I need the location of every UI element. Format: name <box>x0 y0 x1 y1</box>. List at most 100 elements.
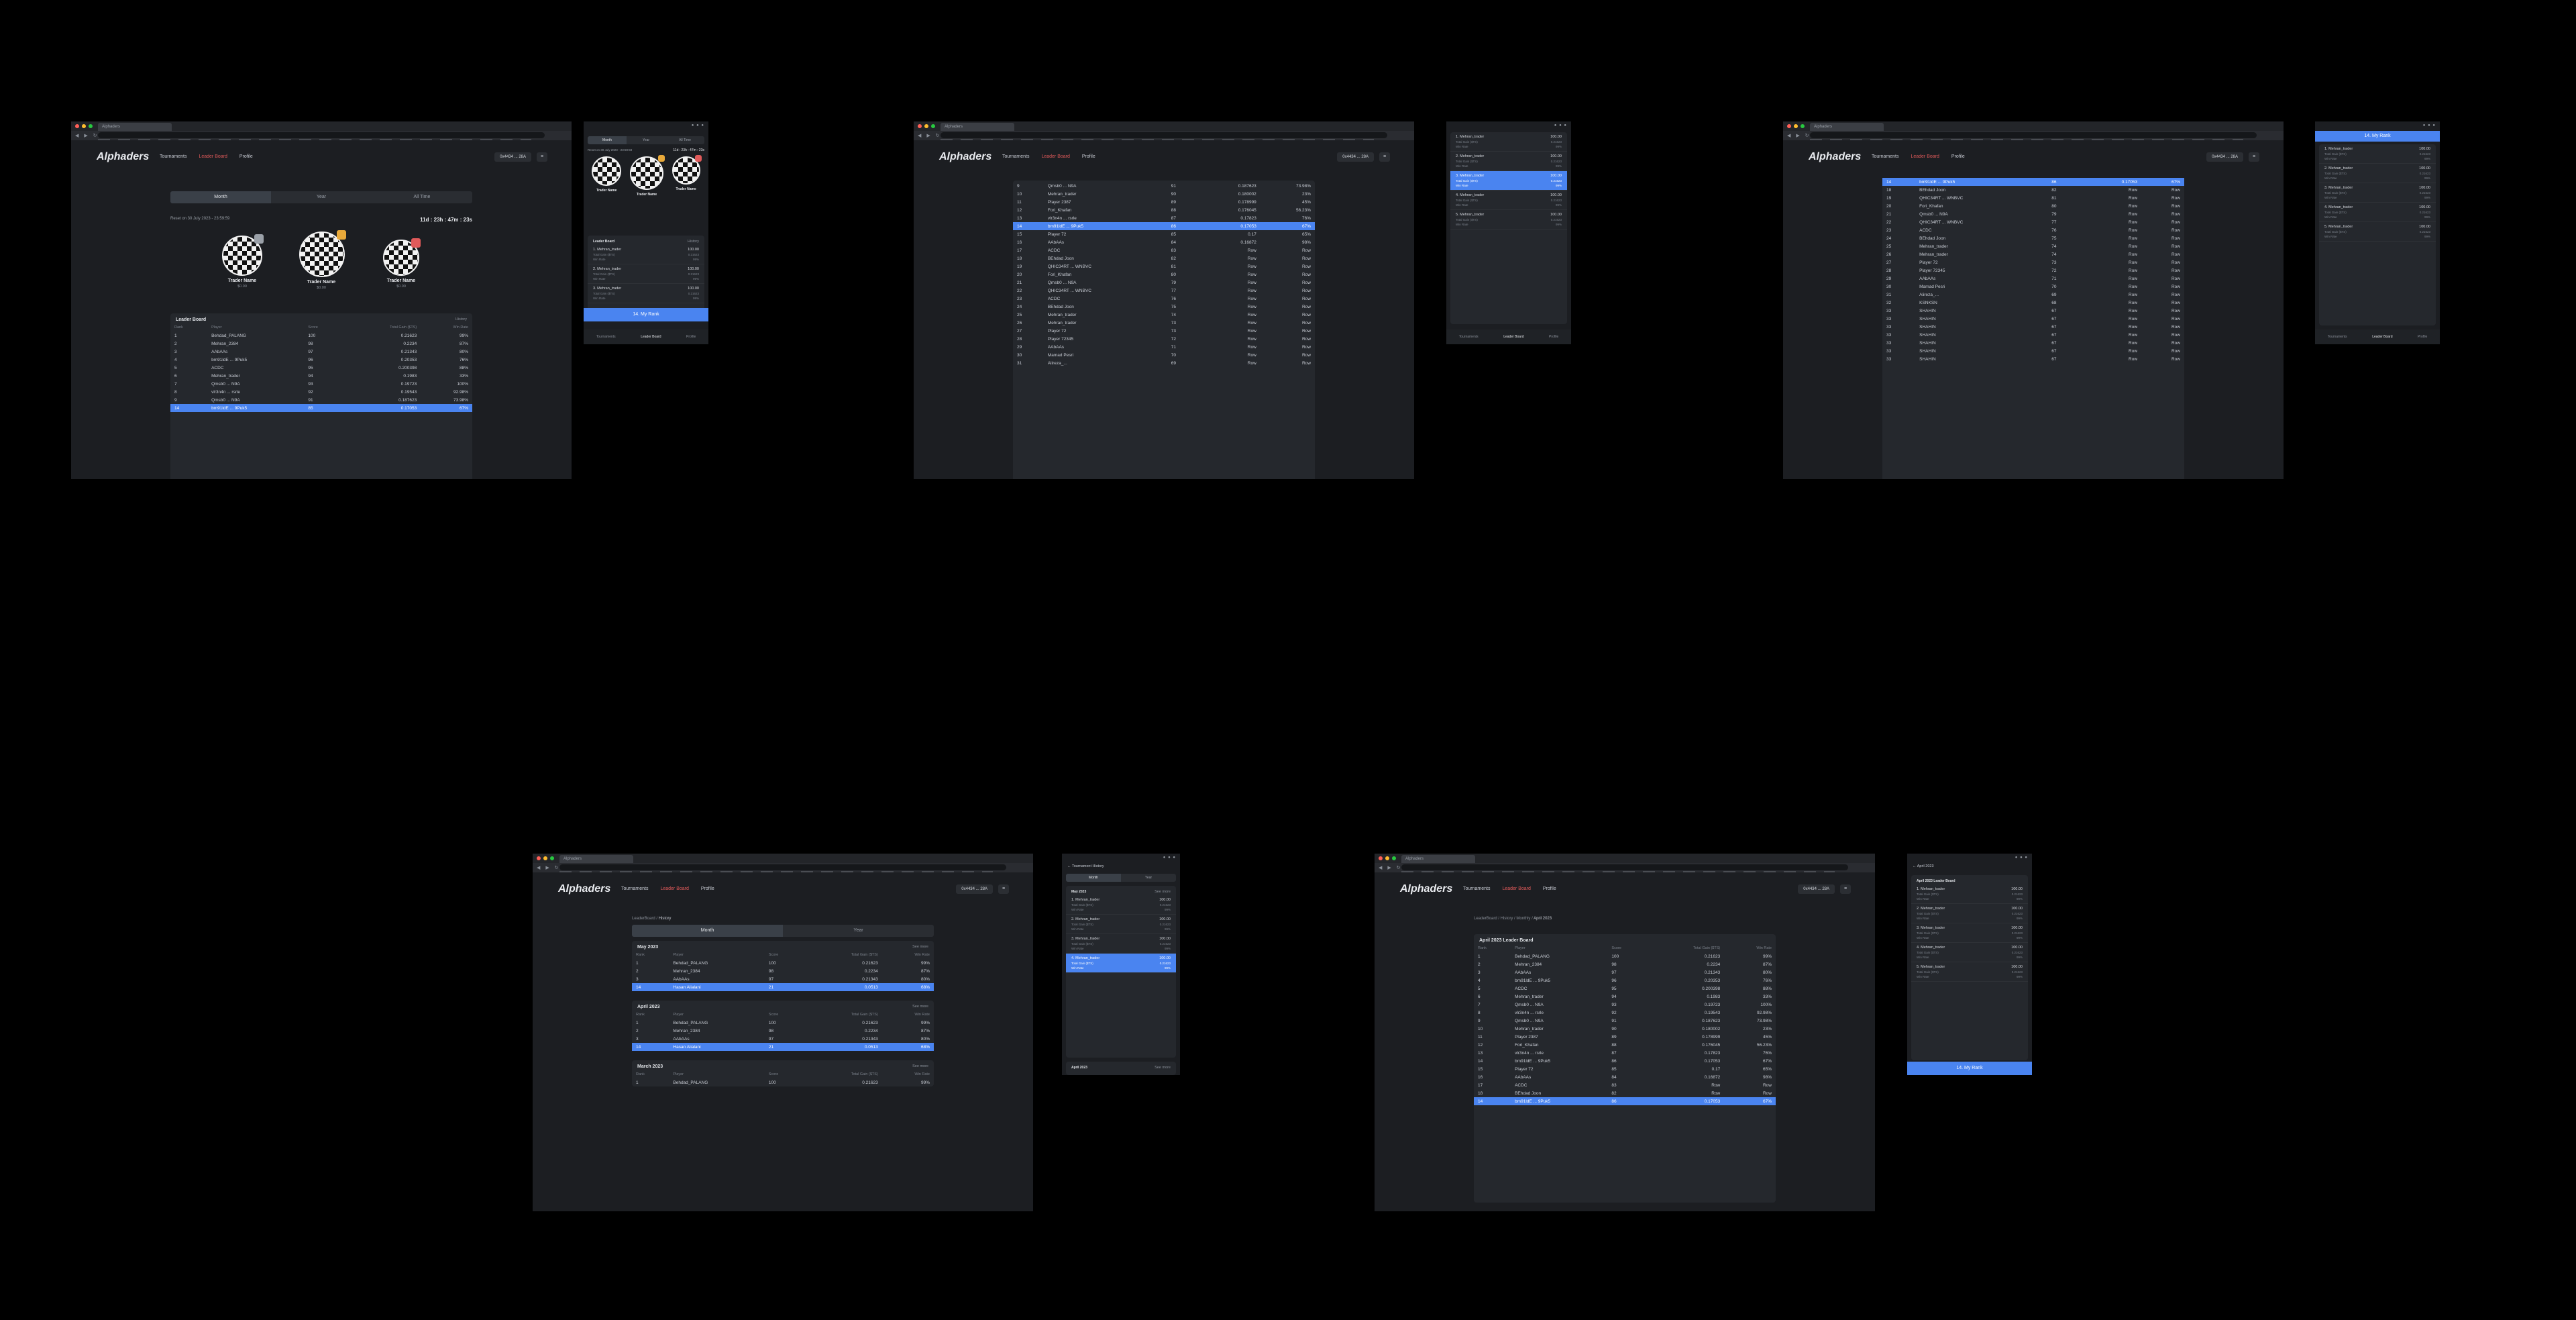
list-item[interactable]: 3. Mehran_trader 100.00 Total Gain ($TS) 0… <box>1911 923 2028 943</box>
list-item[interactable]: 3. Mehran_trader 100.00 Total Gain ($TS) 0… <box>588 284 704 303</box>
list-item[interactable]: 2. Mehran_trader 100.00 Total Gain ($TS) 0… <box>2319 164 2436 183</box>
podium-third[interactable]: Trader Name <box>672 155 702 197</box>
table-row[interactable]: 27 Player 72 73 Row Row <box>1013 327 1315 335</box>
browser-tab[interactable]: Alphaders <box>1401 855 1475 863</box>
nav-leaderboard[interactable]: Leader Board <box>641 335 661 339</box>
table-row[interactable]: 32 KSNKSN 68 Row Row <box>1882 299 2184 307</box>
table-row[interactable]: 10 Mehran_trader 90 0.180002 23% <box>1474 1025 1776 1033</box>
table-row[interactable]: 6 Mehran_trader 94 0.1983 33% <box>1474 993 1776 1001</box>
table-row[interactable]: 26 Mehran_trader 73 Row Row <box>1013 319 1315 327</box>
url-bar[interactable] <box>1401 864 1848 870</box>
table-row[interactable]: 12 Fori_Khafan 88 0.176045 56.23% <box>1013 206 1315 214</box>
history-link[interactable]: History <box>455 317 467 322</box>
tab-month[interactable]: Month <box>170 191 271 203</box>
table-row[interactable]: 16 AAbAAs 84 0.16872 98% <box>1013 238 1315 246</box>
table-row[interactable]: 10 Mehran_trader 90 0.180002 23% <box>1013 190 1315 198</box>
list-item[interactable]: 1. Mehran_trader 100.00 Total Gain ($TS) 0… <box>2319 144 2436 164</box>
list-item[interactable]: 3. Mehran_trader 100.00 Total Gain ($TS) 0… <box>2319 183 2436 203</box>
nav-tournaments[interactable]: Tournaments <box>1002 154 1029 159</box>
table-row[interactable]: 18 BEhdad Joon 82 Row Row <box>1474 1089 1776 1097</box>
app-logo[interactable]: Alphaders <box>1400 883 1452 895</box>
table-row[interactable]: 22 QHIC34RT ... WNBVC 77 Row Row <box>1882 218 2184 226</box>
nav-leaderboard[interactable]: Leader Board <box>199 154 227 159</box>
back-arrow-icon[interactable]: ← <box>1913 864 1917 868</box>
table-row[interactable]: 23 ACDC 76 Row Row <box>1013 295 1315 303</box>
table-row[interactable]: 33 SHAHIN 67 Row Row <box>1882 331 2184 339</box>
wallet-button[interactable]: 0x4434 ... 28A <box>1798 884 1835 894</box>
table-row[interactable]: 9 Qmsb0 ... N9A 91 0.187623 73.98% <box>1474 1017 1776 1025</box>
url-bar[interactable] <box>559 864 1006 870</box>
podium-second[interactable]: Trader Name <box>592 156 622 197</box>
table-row[interactable]: 3 AAbAAs 97 0.21343 80% <box>1474 968 1776 976</box>
nav-tournaments[interactable]: Tournaments <box>596 335 616 339</box>
table-row[interactable]: 27 Player 72 73 Row Row <box>1882 258 2184 266</box>
table-row[interactable]: 1 Behdad_PALANG 100 0.21623 99% <box>170 332 472 340</box>
table-row[interactable]: 1 Behdad_PALANG 100 0.21623 99% <box>632 1019 934 1027</box>
list-item[interactable]: 4. Mehran_trader 100.00 Total Gain ($TS) 0… <box>1066 954 1176 973</box>
nav-leaderboard[interactable]: Leader Board <box>2372 335 2392 339</box>
browser-nav-icons[interactable]: ◀ ▶ ↻ <box>537 865 561 870</box>
table-row[interactable]: 33 SHAHIN 67 Row Row <box>1882 323 2184 331</box>
list-item[interactable]: 2. Mehran_trader 100.00 Total Gain ($TS) 0… <box>588 264 704 284</box>
list-item[interactable]: 1. Mehran_trader 100.00 Total Gain ($TS) 0… <box>588 245 704 264</box>
table-row[interactable]: 26 Mehran_trader 74 Row Row <box>1882 250 2184 258</box>
table-row[interactable]: 14 bm91ldE ... 9Puk5 86 0.17053 67% <box>1474 1097 1776 1105</box>
table-row[interactable]: 28 Player 72345 72 Row Row <box>1882 266 2184 274</box>
podium-second[interactable]: Trader Name $0.00 <box>222 234 264 289</box>
table-row[interactable]: 24 BEhdad Joon 75 Row Row <box>1013 303 1315 311</box>
nav-tournaments[interactable]: Tournaments <box>1872 154 1898 159</box>
nav-profile[interactable]: Profile <box>239 154 253 159</box>
nav-profile[interactable]: Profile <box>701 886 714 891</box>
nav-profile[interactable]: Profile <box>1082 154 1095 159</box>
table-row[interactable]: 31 Alireza_... 69 Row Row <box>1882 291 2184 299</box>
url-bar[interactable] <box>98 132 545 138</box>
table-row[interactable]: 8 vlr3n4n ... rsrle 92 0.19543 92.98% <box>1474 1009 1776 1017</box>
table-row[interactable]: 14 Hasan Alialani 21 0.0513 68% <box>632 983 934 991</box>
table-row[interactable]: 2 Mehran_2384 98 0.2234 87% <box>632 1027 934 1035</box>
see-more-link[interactable]: See more <box>912 1005 928 1009</box>
tab-all-time[interactable]: All Time <box>372 191 472 203</box>
list-item[interactable]: 3. Mehran_trader 100.00 Total Gain ($TS) 0… <box>1066 934 1176 954</box>
table-row[interactable]: 18 BEhdad Joon 82 Row Row <box>1882 186 2184 194</box>
tab-month[interactable]: Month <box>588 136 627 144</box>
table-row[interactable]: 21 Qmsb0 ... N9A 79 Row Row <box>1013 278 1315 287</box>
table-row[interactable]: 7 Qmsb0 ... N9A 93 0.19723 100% <box>1474 1001 1776 1009</box>
tab-year[interactable]: Year <box>783 925 934 937</box>
wallet-button[interactable]: 0x4434 ... 28A <box>1337 152 1374 162</box>
menu-icon[interactable]: ≡ <box>537 152 547 162</box>
table-row[interactable]: 5 ACDC 95 0.200398 88% <box>1474 984 1776 993</box>
menu-icon[interactable]: ≡ <box>998 884 1009 894</box>
tab-all-time[interactable]: All Time <box>665 136 704 144</box>
app-logo[interactable]: Alphaders <box>97 151 149 163</box>
table-row[interactable]: 2 Mehran_2384 98 0.2234 87% <box>170 340 472 348</box>
table-row[interactable]: 25 Mehran_trader 74 Row Row <box>1882 242 2184 250</box>
list-item[interactable]: 4. Mehran_trader 100.00 Total Gain ($TS) 0… <box>1450 191 1567 210</box>
browser-nav-icons[interactable]: ◀ ▶ ↻ <box>1787 133 1811 138</box>
table-row[interactable]: 5 ACDC 95 0.200398 88% <box>170 364 472 372</box>
nav-tournaments[interactable]: Tournaments <box>2328 335 2347 339</box>
list-item[interactable]: 5. Mehran_trader 100.00 Total Gain ($TS) 0… <box>1911 962 2028 982</box>
table-row[interactable]: 19 QHIC34RT ... WNBVC 81 Row Row <box>1882 194 2184 202</box>
nav-profile[interactable]: Profile <box>2418 335 2427 339</box>
my-rank-button[interactable]: 14. My Rank <box>2315 131 2440 142</box>
table-row[interactable]: 29 AAbAAs 71 Row Row <box>1013 343 1315 351</box>
table-row[interactable]: 20 Fori_Khafan 80 Row Row <box>1882 202 2184 210</box>
list-item[interactable]: 2. Mehran_trader 100.00 Total Gain ($TS) 0… <box>1066 915 1176 934</box>
nav-tournaments[interactable]: Tournaments <box>621 886 648 891</box>
table-row[interactable]: 30 Mamad Pesri 70 Row Row <box>1013 351 1315 359</box>
table-row[interactable]: 7 Qmsb0 ... N9A 93 0.19723 100% <box>170 380 472 388</box>
menu-icon[interactable]: ≡ <box>1840 884 1851 894</box>
browser-tab[interactable]: Alphaders <box>1810 123 1884 131</box>
table-row[interactable]: 2 Mehran_2384 98 0.2234 87% <box>1474 960 1776 968</box>
table-row[interactable]: 31 Alireza_... 69 Row Row <box>1013 359 1315 367</box>
list-item[interactable]: 4. Mehran_trader 100.00 Total Gain ($TS) 0… <box>1911 943 2028 962</box>
table-row[interactable]: 1 Behdad_PALANG 100 0.21623 99% <box>1474 952 1776 960</box>
table-row[interactable]: 33 SHAHIN 67 Row Row <box>1882 339 2184 347</box>
list-item[interactable]: 2. Mehran_trader 100.00 Total Gain ($TS) 0… <box>1911 904 2028 923</box>
table-row[interactable]: 22 QHIC34RT ... WNBVC 77 Row Row <box>1013 287 1315 295</box>
table-row[interactable]: 3 AAbAAs 97 0.21343 80% <box>632 1035 934 1043</box>
back-arrow-icon[interactable]: ← <box>1067 864 1071 868</box>
list-item[interactable]: 5. Mehran_trader 100.00 Total Gain ($TS) 0… <box>1450 210 1567 230</box>
table-row[interactable]: 24 BEhdad Joon 75 Row Row <box>1882 234 2184 242</box>
nav-profile[interactable]: Profile <box>686 335 696 339</box>
